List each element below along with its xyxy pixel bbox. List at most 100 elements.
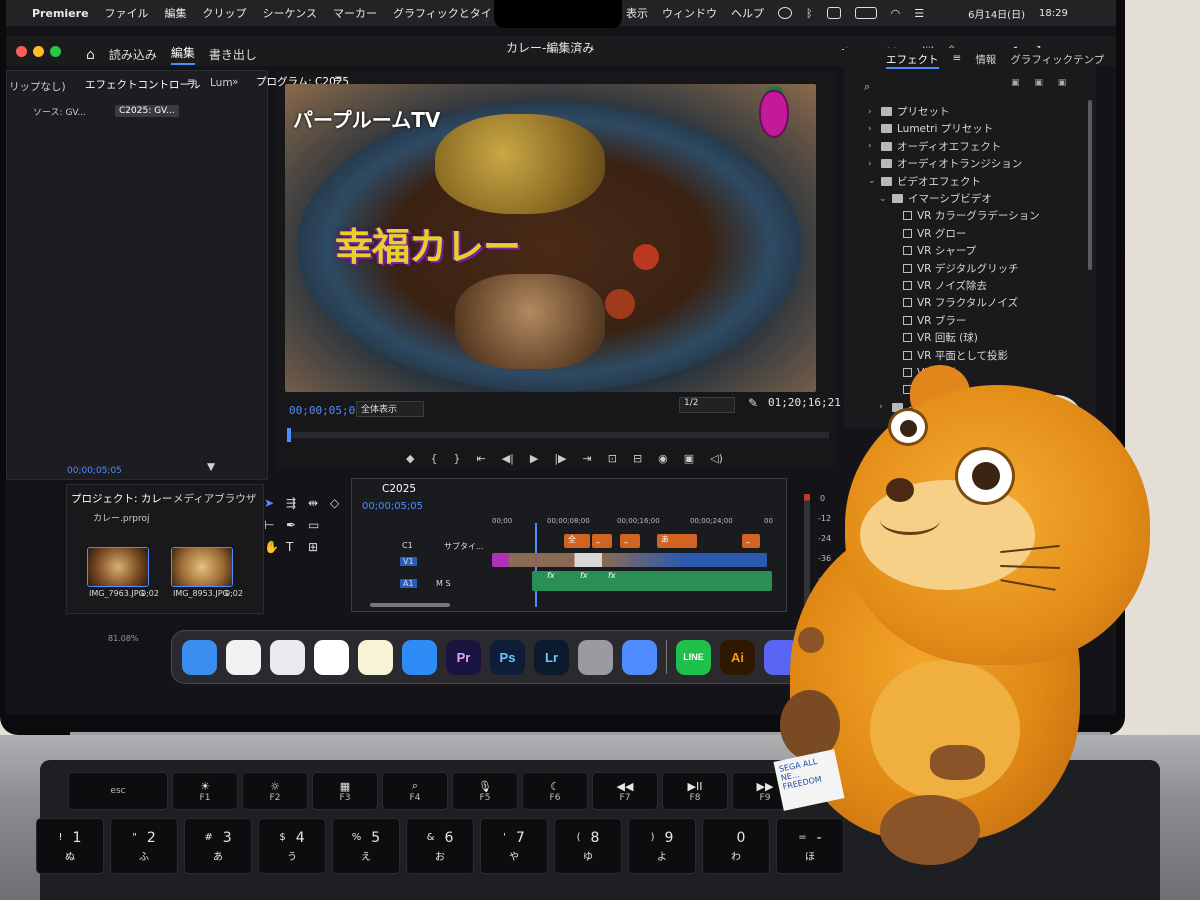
chevron-down-icon[interactable]: ⌄	[879, 194, 887, 204]
key--[interactable]: = - ほ	[776, 818, 844, 874]
wrench-icon[interactable]: ✎	[748, 396, 758, 410]
menu-edit[interactable]: 編集	[165, 5, 187, 21]
premiere-icon[interactable]: Pr	[446, 639, 481, 675]
playhead-handle[interactable]	[287, 428, 291, 442]
key-5[interactable]: % 5 え	[332, 818, 400, 874]
hand-tool-icon[interactable]: ✋	[264, 540, 279, 554]
key-2[interactable]: " 2 ふ	[110, 818, 178, 874]
type-tool-icon[interactable]: T	[286, 540, 293, 554]
selection-tool-icon[interactable]: ➤	[264, 496, 274, 510]
key-f5[interactable]: 🎙 F5	[452, 772, 518, 810]
chevron-right-icon[interactable]: ›	[868, 107, 876, 117]
key-f2[interactable]: ☼ F2	[242, 772, 308, 810]
video-clip[interactable]	[492, 553, 767, 567]
tab-effects[interactable]: エフェクト	[886, 52, 939, 69]
play-button[interactable]: ▶	[530, 452, 538, 465]
insert-icon[interactable]: ⊡	[608, 452, 617, 465]
effects-search-icon[interactable]: ⌕	[864, 80, 1004, 96]
ripple-edit-icon[interactable]: ⇹	[308, 496, 318, 510]
chevron-right-icon[interactable]: ›	[868, 141, 876, 151]
launchpad-icon[interactable]	[270, 639, 305, 675]
tab-media-browser[interactable]: メディアブラウザ	[173, 491, 256, 506]
effects-folder[interactable]: › プリセット	[868, 104, 950, 119]
track-label-c1[interactable]: C1	[402, 541, 413, 550]
key-7[interactable]: ' 7 や	[480, 818, 548, 874]
tab-edit[interactable]: 編集	[170, 44, 195, 65]
illustrator-icon[interactable]: Ai	[720, 639, 755, 675]
bluetooth-icon[interactable]: ᛒ	[806, 7, 813, 20]
minimize-button[interactable]	[33, 45, 44, 57]
tab-info[interactable]: 情報	[975, 52, 996, 69]
razor-tool-icon[interactable]: ◇	[330, 496, 339, 510]
overwrite-icon[interactable]: ⊟	[633, 452, 642, 465]
go-to-in-icon[interactable]: ⇤	[476, 452, 485, 465]
close-button[interactable]	[16, 45, 27, 57]
effects-item[interactable]: VR デジタルグリッチ	[890, 261, 1019, 276]
effects-folder[interactable]: › オーディオトランジション	[868, 156, 1022, 171]
effects-item[interactable]: VR シャープ	[890, 243, 976, 258]
mark-out-icon[interactable]: }	[453, 452, 460, 465]
step-forward-icon[interactable]: |▶	[554, 452, 566, 465]
lightroom-icon[interactable]: Lr	[534, 639, 569, 675]
pen-tool-icon[interactable]: ✒	[286, 518, 296, 532]
effects-folder[interactable]: › Lumetri プリセット	[868, 121, 993, 136]
caption-clip[interactable]: 全	[564, 534, 590, 548]
fit-dropdown[interactable]: 全体表示	[356, 401, 424, 417]
tab-sequence-clip[interactable]: C2025: GV...	[115, 105, 179, 117]
control-center-icon[interactable]: ☰	[914, 7, 924, 20]
tab-import[interactable]: 読み込み	[109, 46, 157, 63]
playhead-scrubber[interactable]	[289, 432, 829, 438]
effects-folder[interactable]: ⌄ イマーシブビデオ	[879, 191, 992, 206]
panel-menu-icon[interactable]: ≡	[187, 76, 196, 88]
track-select-icon[interactable]: ⇶	[286, 496, 296, 510]
caption-tool-icon[interactable]: ⊞	[308, 540, 318, 554]
effects-item[interactable]: VR ブラー	[890, 313, 966, 328]
effects-scrollbar[interactable]	[1088, 100, 1092, 270]
menu-clip[interactable]: クリップ	[203, 5, 247, 21]
effects-item[interactable]: VR カラーグラデーション	[890, 208, 1040, 223]
input-source-icon[interactable]	[826, 7, 841, 19]
mark-in-icon[interactable]: {	[430, 452, 437, 465]
key-9[interactable]: ) 9 よ	[628, 818, 696, 874]
iphone-mirroring-icon[interactable]	[622, 639, 657, 675]
tab-graphics-templates[interactable]: グラフィックテンプ	[1010, 52, 1104, 69]
track-label-v1[interactable]: V1	[400, 557, 417, 566]
audio-clip[interactable]	[532, 571, 772, 591]
chrome-icon[interactable]	[314, 639, 349, 675]
project-thumb-2[interactable]	[171, 547, 233, 587]
track-ms[interactable]: M S	[436, 579, 451, 588]
settings-icon[interactable]	[578, 639, 613, 675]
menu-view[interactable]: 表示	[626, 5, 648, 21]
photos-icon[interactable]	[226, 639, 261, 675]
overflow-icon[interactable]: »	[232, 76, 238, 88]
key-1[interactable]: ! 1 ぬ	[36, 818, 104, 874]
key-f4[interactable]: ⌕ F4	[382, 772, 448, 810]
menubar-date[interactable]: 6月14日(日)	[968, 6, 1025, 21]
notes-icon[interactable]	[358, 639, 393, 675]
photoshop-icon[interactable]: Ps	[490, 639, 525, 675]
key-f6[interactable]: ☾ F6	[522, 772, 588, 810]
tab-export[interactable]: 書き出し	[209, 46, 257, 63]
effects-folder[interactable]: › オーディオエフェクト	[868, 139, 1001, 154]
key-esc[interactable]: esc	[68, 772, 168, 810]
tab-project[interactable]: プロジェクト: カレー	[71, 491, 172, 506]
effects-item[interactable]: VR グロー	[890, 226, 966, 241]
timeline-timecode[interactable]: 00;00;05;05	[362, 501, 423, 512]
creative-cloud-icon[interactable]	[778, 7, 792, 19]
chevron-right-icon[interactable]: ›	[868, 124, 876, 134]
caption-clip[interactable]: _	[592, 534, 612, 548]
add-marker-icon[interactable]: ◆	[406, 452, 414, 465]
effects-menu-icon[interactable]: ≡	[953, 52, 962, 69]
caption-clip[interactable]: _	[620, 534, 640, 548]
key-0[interactable]: 0わ	[702, 818, 770, 874]
app-menu[interactable]: Premiere	[32, 7, 89, 20]
caption-clip[interactable]: あ	[657, 534, 697, 548]
menu-file[interactable]: ファイル	[105, 5, 149, 21]
program-video-frame[interactable]: パープルームTV 幸福カレー	[285, 84, 816, 392]
effects-item[interactable]: VR ノイズ除去	[890, 278, 987, 293]
step-back-icon[interactable]: ◀|	[502, 452, 514, 465]
new-bin-icons[interactable]: ▣ ▣ ▣	[1011, 78, 1072, 88]
slip-tool-icon[interactable]: ⊢	[264, 518, 274, 532]
key-f8[interactable]: ▶II F8	[662, 772, 728, 810]
effects-item[interactable]: VR フラクタルノイズ	[890, 295, 1018, 310]
